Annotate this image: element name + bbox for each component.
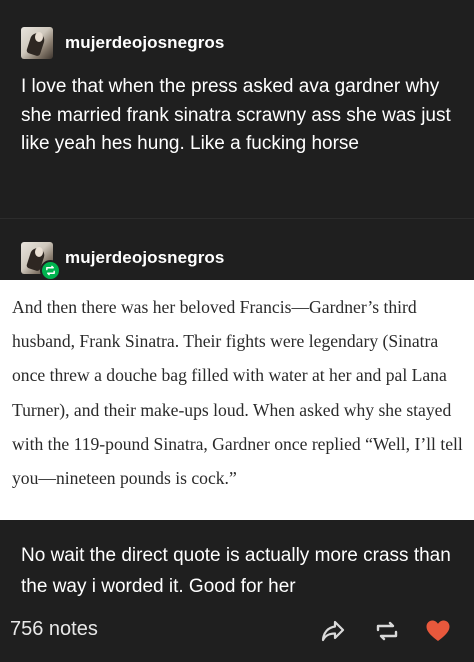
avatar[interactable] bbox=[21, 27, 53, 59]
post-body-text: I love that when the press asked ava gar… bbox=[21, 76, 451, 154]
post-footer: 756 notes bbox=[0, 604, 474, 662]
notes-count[interactable]: 756 notes bbox=[10, 618, 98, 641]
share-icon[interactable] bbox=[316, 614, 350, 648]
username[interactable]: mujerdeojosnegros bbox=[65, 33, 224, 53]
reblog-header: mujerdeojosnegros bbox=[21, 242, 224, 281]
post-header: mujerdeojosnegros bbox=[21, 27, 224, 59]
reblog-body-text: No wait the direct quote is actually mor… bbox=[21, 545, 451, 597]
quote-image-text: And then there was her beloved Francis—G… bbox=[12, 297, 463, 489]
heart-icon[interactable] bbox=[421, 614, 455, 648]
reblog-icon[interactable] bbox=[370, 614, 404, 648]
quote-image: And then there was her beloved Francis—G… bbox=[0, 280, 474, 520]
post-original: mujerdeojosnegros I love that when the p… bbox=[0, 0, 474, 218]
username[interactable]: mujerdeojosnegros bbox=[65, 248, 224, 268]
reblog-avatar-wrap[interactable] bbox=[21, 242, 61, 281]
post-divider bbox=[0, 218, 474, 219]
reblog-badge-icon bbox=[40, 260, 61, 281]
